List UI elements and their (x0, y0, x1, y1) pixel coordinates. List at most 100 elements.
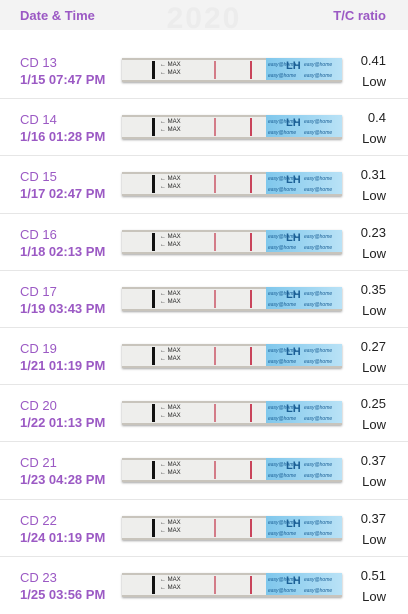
strip-lh-text: LH (286, 117, 301, 130)
test-strip-image[interactable]: ← MAX ← MAX easy@home LH easy@home easy@… (122, 286, 342, 311)
test-strip-image[interactable]: ← MAX ← MAX easy@home LH easy@home easy@… (122, 172, 342, 197)
strip-max-label: ← MAX (160, 584, 181, 591)
strip-brand-text: easy@home (304, 587, 333, 594)
strip-brand-text: easy@home (304, 73, 333, 79)
ratio-level-label: Low (362, 531, 386, 547)
cycle-day-label: CD 21 (20, 455, 57, 471)
tc-ratio-value: 0.51 (360, 567, 386, 583)
test-strip-image[interactable]: ← MAX ← MAX easy@home LH easy@home easy@… (122, 515, 342, 540)
test-strip-image[interactable]: ← MAX ← MAX easy@home LH easy@home easy@… (122, 572, 342, 597)
strip-brand-label: easy@home LH easy@home easy@home easy@ho… (266, 58, 342, 82)
ratio-cell: 0.31 Low (361, 164, 386, 206)
date-time-cell: CD 21 1/23 04:28 PM (20, 454, 105, 488)
test-result-row[interactable]: CD 22 1/24 01:19 PM ← MAX ← MAX easy@hom… (0, 500, 408, 557)
tc-ratio-value: 0.23 (360, 224, 386, 240)
control-line (250, 61, 252, 79)
test-result-row[interactable]: CD 13 1/15 07:47 PM ← MAX ← MAX easy@hom… (0, 42, 408, 100)
test-datetime-label: 1/23 04:28 PM (20, 472, 106, 488)
strip-brand-text: easy@home (268, 73, 297, 79)
strip-brand-label: easy@home LH easy@home easy@home easy@ho… (266, 343, 342, 368)
ratio-cell: 0.37 Low (361, 508, 386, 550)
test-strip-image[interactable]: ← MAX ← MAX easy@home LH easy@home easy@… (122, 58, 342, 82)
ratio-level-label: Low (362, 188, 386, 204)
test-result-row[interactable]: CD 15 1/17 02:47 PM ← MAX ← MAX easy@hom… (0, 156, 408, 214)
strip-lh-text: LH (286, 517, 301, 530)
strip-max-label: ← MAX (160, 176, 181, 183)
strip-brand-label: easy@home LH easy@home easy@home easy@ho… (266, 229, 342, 254)
strip-brand-text: easy@home (304, 358, 333, 365)
ratio-cell: 0.51 Low (361, 565, 386, 607)
test-strip-image[interactable]: ← MAX ← MAX easy@home LH easy@home easy@… (122, 115, 342, 140)
test-strip-image[interactable]: ← MAX ← MAX easy@home LH easy@home easy@… (122, 401, 342, 426)
tc-ratio-value: 0.25 (360, 396, 386, 412)
strip-handle-marker (152, 61, 155, 79)
control-line (250, 118, 252, 137)
cycle-day-label: CD 15 (20, 169, 57, 185)
test-result-row[interactable]: CD 17 1/19 03:43 PM ← MAX ← MAX easy@hom… (0, 271, 408, 328)
date-time-cell: CD 16 1/18 02:13 PM (20, 226, 105, 260)
test-line (214, 575, 216, 594)
ratio-cell: 0.25 Low (361, 393, 386, 435)
tc-ratio-value: 0.37 (360, 510, 386, 526)
test-strip-image[interactable]: ← MAX ← MAX easy@home LH easy@home easy@… (122, 458, 342, 483)
strip-brand-text: easy@home (304, 233, 333, 240)
test-datetime-label: 1/15 07:47 PM (20, 72, 106, 87)
strip-brand-text: easy@home (268, 244, 297, 251)
strip-lh-text: LH (286, 460, 301, 473)
strip-brand-text: easy@home (268, 187, 297, 194)
strip-max-label: ← MAX (160, 127, 181, 134)
test-strip-image[interactable]: ← MAX ← MAX easy@home LH easy@home easy@… (122, 229, 342, 254)
ratio-level-label: Low (362, 245, 386, 261)
test-line (214, 518, 216, 537)
cycle-day-label: CD 23 (20, 569, 57, 585)
test-result-row[interactable]: CD 20 1/22 01:13 PM ← MAX ← MAX easy@hom… (0, 385, 408, 443)
strip-brand-label: easy@home LH easy@home easy@home easy@ho… (266, 458, 342, 483)
strip-max-label: ← MAX (160, 233, 181, 240)
ratio-cell: 0.35 Low (361, 279, 386, 321)
tc-ratio-value: 0.27 (360, 338, 386, 354)
test-result-row[interactable]: CD 21 1/23 04:28 PM ← MAX ← MAX easy@hom… (0, 442, 408, 500)
strip-lh-text: LH (286, 231, 301, 244)
strip-handle-marker (152, 175, 155, 194)
test-result-row[interactable]: CD 19 1/21 01:19 PM ← MAX ← MAX easy@hom… (0, 328, 408, 386)
test-datetime-label: 1/21 01:19 PM (20, 357, 106, 373)
date-time-cell: CD 19 1/21 01:19 PM (20, 340, 105, 374)
test-result-row[interactable]: CD 14 1/16 01:28 PM ← MAX ← MAX easy@hom… (0, 99, 408, 157)
date-time-cell: CD 17 1/19 03:43 PM (20, 283, 105, 317)
strip-brand-label: easy@home LH easy@home easy@home easy@ho… (266, 172, 342, 197)
test-result-row[interactable]: CD 16 1/18 02:13 PM ← MAX ← MAX easy@hom… (0, 214, 408, 271)
strip-max-label: ← MAX (160, 470, 181, 477)
test-strip-image[interactable]: ← MAX ← MAX easy@home LH easy@home easy@… (122, 343, 342, 368)
date-time-cell: CD 23 1/25 03:56 PM (20, 569, 105, 603)
strip-brand-text: easy@home (304, 187, 333, 194)
strip-brand-label: easy@home LH easy@home easy@home easy@ho… (266, 572, 342, 597)
strip-max-label: ← MAX (160, 519, 181, 526)
strip-brand-text: easy@home (304, 473, 333, 480)
test-datetime-label: 1/24 01:19 PM (20, 529, 106, 545)
strip-brand-text: easy@home (268, 416, 297, 423)
strip-brand-label: easy@home LH easy@home easy@home easy@ho… (266, 515, 342, 540)
strip-handle-marker (152, 232, 155, 251)
strip-brand-text: easy@home (304, 130, 333, 137)
ratio-level-label: Low (362, 588, 386, 604)
test-datetime-label: 1/16 01:28 PM (20, 129, 106, 145)
strip-max-label: ← MAX (160, 355, 181, 362)
strip-brand-text: easy@home (304, 576, 333, 583)
ratio-cell: 0.41 Low (361, 50, 386, 92)
control-line (250, 404, 252, 423)
strip-lh-text: LH (286, 403, 301, 416)
cycle-day-label: CD 19 (20, 340, 57, 356)
strip-lh-text: LH (286, 345, 301, 358)
strip-max-label: ← MAX (160, 70, 181, 76)
test-result-row[interactable]: CD 23 1/25 03:56 PM ← MAX ← MAX easy@hom… (0, 557, 408, 614)
ratio-level-label: Low (362, 359, 386, 375)
test-datetime-label: 1/19 03:43 PM (20, 300, 106, 316)
ratio-cell: 0.23 Low (361, 222, 386, 264)
strip-brand-text: easy@home (304, 62, 333, 68)
strip-max-label: ← MAX (160, 62, 181, 68)
strip-brand-text: easy@home (268, 130, 297, 137)
date-time-cell: CD 13 1/15 07:47 PM (20, 54, 105, 88)
header-ghost-year: 2020 (166, 2, 242, 35)
control-line (250, 461, 252, 480)
tc-ratio-value: 0.35 (360, 281, 386, 297)
